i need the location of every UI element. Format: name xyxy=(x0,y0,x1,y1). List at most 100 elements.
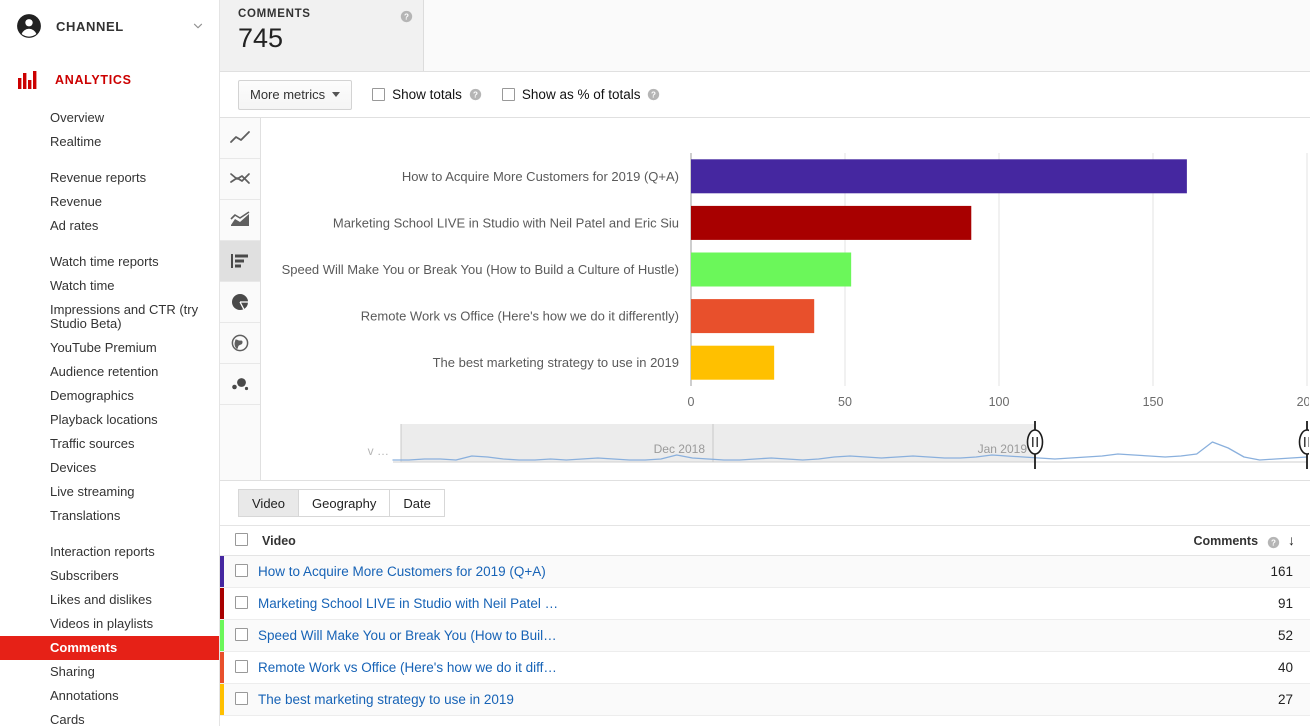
video-title-link[interactable]: Marketing School LIVE in Studio with Nei… xyxy=(258,596,558,611)
header-comments-label: Comments xyxy=(1193,534,1259,549)
sidebar-item-label: Playback locations xyxy=(50,412,158,427)
row-checkbox-cell[interactable] xyxy=(224,587,258,620)
channel-header[interactable]: CHANNEL xyxy=(0,0,219,52)
tab-date[interactable]: Date xyxy=(390,489,445,517)
sidebar-item-live-streaming[interactable]: Live streaming xyxy=(0,480,219,504)
sidebar-item-overview[interactable]: Overview xyxy=(0,106,219,130)
show-totals-box[interactable] xyxy=(372,88,386,101)
sidebar-item-revenue-reports[interactable]: Revenue reports xyxy=(0,166,219,190)
date-range-selector[interactable]: Dec 2018 Jan 2019 v … xyxy=(261,416,1310,480)
svg-text:?: ? xyxy=(1271,538,1276,547)
sidebar-item-ad-rates[interactable]: Ad rates xyxy=(0,214,219,238)
multi-line-chart-icon[interactable] xyxy=(220,159,260,200)
row-checkbox[interactable] xyxy=(234,627,248,641)
row-checkbox-cell[interactable] xyxy=(224,555,258,588)
bar-4[interactable] xyxy=(691,299,815,334)
sidebar-item-impressions-and-ctr-try-studio-beta[interactable]: Impressions and CTR (try Studio Beta) xyxy=(0,298,219,336)
more-metrics-button[interactable]: More metrics xyxy=(238,79,353,110)
sidebar-item-cards[interactable]: Cards xyxy=(0,708,219,726)
sidebar-item-subscribers[interactable]: Subscribers xyxy=(0,564,219,588)
sidebar-item-playback-locations[interactable]: Playback locations xyxy=(0,408,219,432)
sidebar-item-sharing[interactable]: Sharing xyxy=(0,660,219,684)
row-checkbox-cell[interactable] xyxy=(224,619,258,652)
bar-2[interactable] xyxy=(691,205,972,240)
bubble-chart-icon[interactable] xyxy=(220,364,260,405)
line-chart-icon[interactable] xyxy=(220,118,260,159)
select-all-header[interactable] xyxy=(224,525,258,556)
bar-chart-icon[interactable] xyxy=(220,241,260,282)
select-all-checkbox[interactable] xyxy=(234,532,248,546)
pie-chart-icon[interactable] xyxy=(220,282,260,323)
range-month-label: Jan 2019 xyxy=(978,442,1028,456)
bar-1[interactable] xyxy=(691,159,1187,194)
bar-category-label: Marketing School LIVE in Studio with Nei… xyxy=(333,215,679,230)
analytics-header[interactable]: ANALYTICS xyxy=(0,60,219,100)
sidebar-item-devices[interactable]: Devices xyxy=(0,456,219,480)
sidebar-item-watch-time[interactable]: Watch time xyxy=(0,274,219,298)
row-checkbox[interactable] xyxy=(234,563,248,577)
sidebar-item-translations[interactable]: Translations xyxy=(0,504,219,528)
help-circle-icon[interactable]: ? xyxy=(647,88,660,101)
show-percent-box[interactable] xyxy=(501,88,515,101)
range-selector-svg[interactable]: Dec 2018 Jan 2019 v … xyxy=(261,416,1309,480)
main-content: COMMENTS 745 ? More metrics Show totals xyxy=(220,0,1310,726)
sidebar-item-revenue[interactable]: Revenue xyxy=(0,190,219,214)
help-circle-icon[interactable]: ? xyxy=(1267,536,1280,549)
sidebar-item-youtube-premium[interactable]: YouTube Premium xyxy=(0,336,219,360)
video-title-link[interactable]: The best marketing strategy to use in 20… xyxy=(258,692,514,707)
sidebar-item-annotations[interactable]: Annotations xyxy=(0,684,219,708)
table-row[interactable]: How to Acquire More Customers for 2019 (… xyxy=(220,555,1310,588)
header-comments[interactable]: Comments ? ↓ xyxy=(1015,525,1310,556)
row-checkbox[interactable] xyxy=(234,595,248,609)
row-title-cell: Marketing School LIVE in Studio with Nei… xyxy=(258,587,1016,620)
chevron-down-icon[interactable] xyxy=(191,19,205,33)
sidebar-item-watch-time-reports[interactable]: Watch time reports xyxy=(0,250,219,274)
row-checkbox[interactable] xyxy=(234,691,248,705)
sidebar-item-videos-in-playlists[interactable]: Videos in playlists xyxy=(0,612,219,636)
table-row[interactable]: Marketing School LIVE in Studio with Nei… xyxy=(220,587,1310,620)
table-row[interactable]: Remote Work vs Office (Here's how we do … xyxy=(220,651,1310,684)
sidebar-item-interaction-reports[interactable]: Interaction reports xyxy=(0,540,219,564)
row-checkbox[interactable] xyxy=(234,659,248,673)
geo-map-icon[interactable] xyxy=(220,323,260,364)
show-percent-of-totals-checkbox[interactable]: Show as % of totals ? xyxy=(501,87,661,102)
video-title-link[interactable]: How to Acquire More Customers for 2019 (… xyxy=(258,564,546,579)
header-video[interactable]: Video xyxy=(258,525,1016,556)
sidebar-item-label: Devices xyxy=(50,460,97,475)
sidebar-item-label: Videos in playlists xyxy=(50,616,154,631)
tab-geography[interactable]: Geography xyxy=(299,489,391,517)
help-circle-icon[interactable]: ? xyxy=(400,10,413,23)
row-checkbox-cell[interactable] xyxy=(224,651,258,684)
sort-descending-icon[interactable]: ↓ xyxy=(1288,532,1295,548)
row-comments-cell: 91 xyxy=(1015,587,1310,620)
chart-toolbar: More metrics Show totals ? Show as % of … xyxy=(220,72,1310,118)
sidebar-item-comments[interactable]: Comments xyxy=(0,636,219,660)
sidebar-item-traffic-sources[interactable]: Traffic sources xyxy=(0,432,219,456)
youtube-analytics-page: CHANNEL ANALYTICS Overview Realtime Revenu… xyxy=(0,0,1310,726)
tab-video[interactable]: Video xyxy=(238,489,300,517)
metric-card-comments[interactable]: COMMENTS 745 ? xyxy=(220,0,424,71)
sidebar-item-audience-retention[interactable]: Audience retention xyxy=(0,360,219,384)
table-row[interactable]: The best marketing strategy to use in 20… xyxy=(220,683,1310,716)
sidebar-item-realtime[interactable]: Realtime xyxy=(0,130,219,154)
bar-3[interactable] xyxy=(691,252,852,287)
bar-5[interactable] xyxy=(691,345,775,380)
range-truncated-label: v … xyxy=(368,444,389,458)
row-checkbox-cell[interactable] xyxy=(224,683,258,716)
video-title-link[interactable]: Remote Work vs Office (Here's how we do … xyxy=(258,660,557,675)
metric-strip: COMMENTS 745 ? xyxy=(220,0,1310,72)
sidebar-nav: Overview Realtime Revenue reports Revenue Ad… xyxy=(0,100,219,726)
video-title-link[interactable]: Speed Will Make You or Break You (How to… xyxy=(258,628,557,643)
sidebar-item-label: Live streaming xyxy=(50,484,135,499)
area-chart-icon[interactable] xyxy=(220,200,260,241)
tab-video-label: Video xyxy=(252,495,286,511)
show-totals-checkbox[interactable]: Show totals ? xyxy=(372,87,482,102)
help-circle-icon[interactable]: ? xyxy=(469,88,482,101)
table-row[interactable]: Speed Will Make You or Break You (How to… xyxy=(220,619,1310,652)
sidebar-item-likes-and-dislikes[interactable]: Likes and dislikes xyxy=(0,588,219,612)
show-totals-label: Show totals xyxy=(392,87,462,102)
sidebar-item-label: Cards xyxy=(50,712,85,726)
tab-date-label: Date xyxy=(403,495,431,511)
sidebar-item-demographics[interactable]: Demographics xyxy=(0,384,219,408)
